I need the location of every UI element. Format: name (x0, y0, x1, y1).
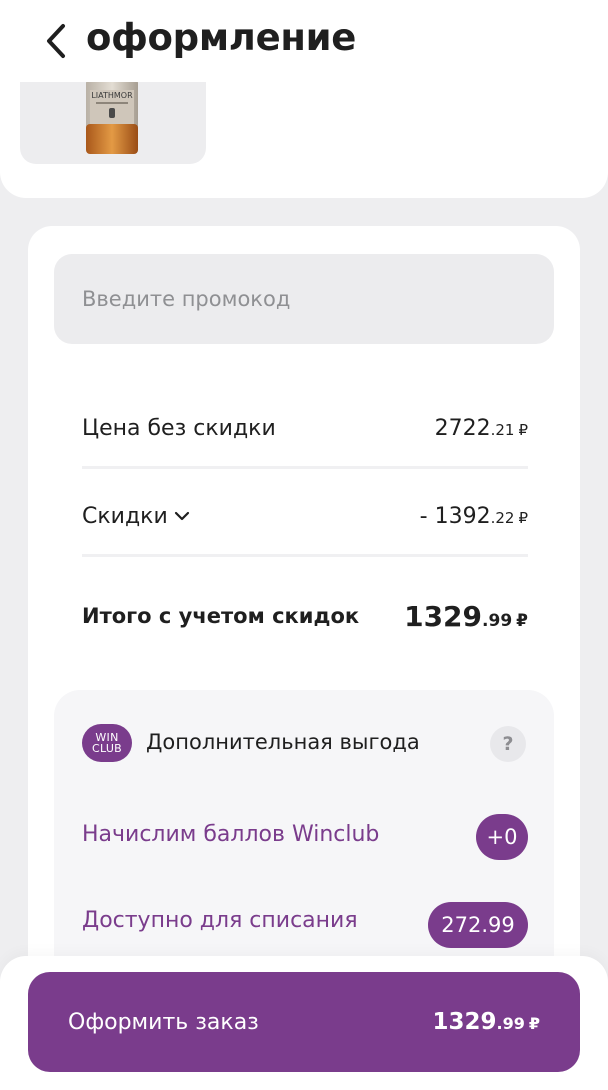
place-order-amount: 1329.99 ₽ (433, 1009, 541, 1035)
help-button[interactable]: ? (490, 726, 526, 762)
discount-toggle[interactable]: Скидки (82, 504, 190, 529)
total-row: Итого с учетом скидок 1329.99 ₽ (82, 596, 528, 636)
accrue-points-badge: +0 (476, 814, 528, 860)
discount-row: Скидки - 1392.22 ₽ (82, 496, 528, 536)
winclub-logo-bottom: CLUB (91, 742, 123, 755)
total-label: Итого с учетом скидок (82, 604, 360, 628)
cta-amount-int: 1329 (432, 1009, 497, 1035)
currency-sign: ₽ (528, 1014, 540, 1033)
total-kop: .99 (482, 610, 513, 631)
back-button[interactable] (36, 18, 76, 64)
winclub-bonus-block: WIN CLUB Дополнительная выгода ? Начисли… (54, 690, 554, 986)
discount-int: - 1392 (419, 503, 491, 529)
currency-sign: ₽ (516, 610, 528, 631)
price-label: Цена без скидки (82, 415, 276, 441)
currency-sign: ₽ (518, 420, 528, 439)
price-kop: .21 (490, 420, 515, 439)
cta-amount-kop: .99 (496, 1014, 525, 1033)
place-order-button[interactable]: Оформить заказ 1329.99 ₽ (28, 972, 580, 1072)
price-value: 2722.21 ₽ (435, 416, 528, 441)
total-int: 1329 (404, 599, 483, 633)
price-row: Цена без скидки 2722.21 ₽ (82, 408, 528, 448)
currency-sign: ₽ (518, 508, 528, 527)
chevron-left-icon (47, 24, 65, 58)
promo-code-input[interactable] (54, 254, 554, 344)
bonus-title: Дополнительная выгода (146, 730, 420, 754)
place-order-label: Оформить заказ (68, 1009, 259, 1035)
total-value: 1329.99 ₽ (404, 600, 528, 633)
available-points-badge[interactable]: 272.99 (428, 902, 528, 948)
accrue-points-label: Начислим баллов Winclub (82, 822, 380, 847)
bottle-brand-text: LIATHMOR (91, 91, 133, 100)
divider (82, 554, 528, 557)
divider (82, 466, 528, 469)
order-summary-card: Цена без скидки 2722.21₽ Скидки - 1392.2… (28, 226, 580, 986)
winclub-logo-icon: WIN CLUB (82, 724, 132, 762)
discount-kop: .22 (490, 508, 515, 527)
header: оформление (0, 0, 608, 82)
price-int: 2722 (434, 415, 491, 441)
discount-value: - 1392.22 ₽ (420, 504, 528, 529)
available-points-label: Доступно для списания (82, 908, 358, 933)
discount-label: Скидки (82, 503, 168, 529)
page-title: оформление (86, 16, 357, 59)
chevron-down-icon (174, 511, 189, 521)
